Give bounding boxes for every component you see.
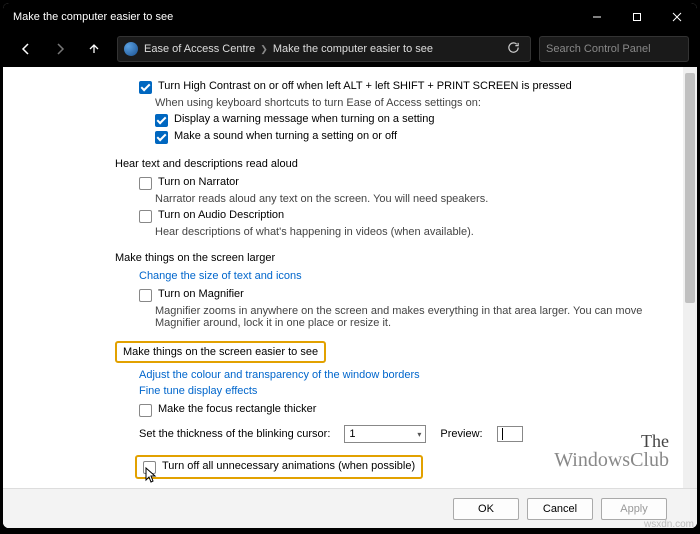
titlebar: Make the computer easier to see [3, 3, 697, 31]
source-watermark: wsxdn.com [644, 519, 694, 530]
checkbox-icon [139, 177, 152, 190]
turn-off-animations-checkbox[interactable]: Turn off all unnecessary animations (whe… [143, 460, 415, 474]
magnifier-label: Turn on Magnifier [158, 288, 244, 300]
cursor-thickness-label: Set the thickness of the blinking cursor… [139, 428, 330, 440]
caret-icon [502, 428, 503, 440]
display-warning-checkbox[interactable]: Display a warning message when turning o… [155, 113, 653, 127]
magnifier-checkbox[interactable]: Turn on Magnifier [139, 288, 653, 302]
maximize-button[interactable] [617, 3, 657, 31]
watermark-logo: The WindowsClub [554, 432, 669, 470]
search-placeholder: Search Control Panel [546, 43, 651, 55]
close-button[interactable] [657, 3, 697, 31]
search-input[interactable]: Search Control Panel [539, 36, 689, 62]
content-area: Turn High Contrast on or off when left A… [3, 67, 697, 528]
cancel-button[interactable]: Cancel [527, 498, 593, 520]
breadcrumb-ease[interactable]: Ease of Access Centre [144, 43, 255, 55]
apply-button[interactable]: Apply [601, 498, 667, 520]
forward-button[interactable] [45, 35, 75, 63]
back-button[interactable] [11, 35, 41, 63]
cursor-preview [497, 426, 523, 442]
high-contrast-label: Turn High Contrast on or off when left A… [158, 80, 572, 92]
chevron-right-icon: ❯ [260, 44, 268, 55]
audio-description-desc: Hear descriptions of what's happening in… [155, 226, 653, 238]
watermark-line2: WindowsClub [554, 450, 669, 470]
address-bar[interactable]: Ease of Access Centre ❯ Make the compute… [117, 36, 531, 62]
settings-scroll: Turn High Contrast on or off when left A… [3, 67, 683, 488]
narrator-desc: Narrator reads aloud any text on the scr… [155, 193, 653, 205]
audio-description-checkbox[interactable]: Turn on Audio Description [139, 209, 653, 223]
checkbox-icon [139, 210, 152, 223]
fine-tune-link[interactable]: Fine tune display effects [139, 385, 653, 397]
change-text-size-link[interactable]: Change the size of text and icons [139, 270, 653, 282]
shortcut-subhead: When using keyboard shortcuts to turn Ea… [155, 97, 653, 109]
narrator-label: Turn on Narrator [158, 176, 239, 188]
checkbox-icon [155, 131, 168, 144]
display-warning-label: Display a warning message when turning o… [174, 113, 434, 125]
focus-rectangle-checkbox[interactable]: Make the focus rectangle thicker [139, 403, 653, 417]
ease-of-access-icon [124, 42, 138, 56]
magnifier-desc: Magnifier zooms in anywhere on the scree… [155, 305, 653, 329]
section-larger: Make things on the screen larger [115, 252, 653, 264]
chevron-down-icon: ▾ [417, 430, 421, 439]
checkbox-icon [139, 289, 152, 302]
window-title: Make the computer easier to see [13, 11, 577, 23]
make-sound-label: Make a sound when turning a setting on o… [174, 130, 397, 142]
cursor-thickness-value: 1 [349, 428, 355, 440]
ok-button[interactable]: OK [453, 498, 519, 520]
preview-label: Preview: [440, 428, 482, 440]
window: Make the computer easier to see Ease of … [3, 3, 697, 528]
refresh-button[interactable] [507, 41, 520, 57]
vertical-scrollbar[interactable] [683, 67, 697, 488]
minimize-button[interactable] [577, 3, 617, 31]
section-hear-text: Hear text and descriptions read aloud [115, 158, 653, 170]
checkbox-icon [143, 461, 156, 474]
up-button[interactable] [79, 35, 109, 63]
adjust-borders-link[interactable]: Adjust the colour and transparency of th… [139, 369, 653, 381]
watermark-line1: The [554, 432, 669, 450]
checkbox-icon [139, 81, 152, 94]
turn-off-animations-label: Turn off all unnecessary animations (whe… [162, 460, 415, 472]
high-contrast-shortcut-checkbox[interactable]: Turn High Contrast on or off when left A… [139, 80, 653, 94]
cursor-thickness-select[interactable]: 1 ▾ [344, 425, 426, 443]
dialog-footer: OK Cancel Apply [3, 488, 697, 528]
audio-description-label: Turn on Audio Description [158, 209, 284, 221]
checkbox-icon [155, 114, 168, 127]
turn-off-animations-highlight: Turn off all unnecessary animations (whe… [135, 455, 423, 479]
breadcrumb-current[interactable]: Make the computer easier to see [273, 43, 433, 55]
nav-row: Ease of Access Centre ❯ Make the compute… [3, 31, 697, 67]
make-sound-checkbox[interactable]: Make a sound when turning a setting on o… [155, 130, 653, 144]
scrollbar-thumb[interactable] [685, 73, 695, 303]
narrator-checkbox[interactable]: Turn on Narrator [139, 176, 653, 190]
focus-rectangle-label: Make the focus rectangle thicker [158, 403, 316, 415]
section-easier-to-see: Make things on the screen easier to see [115, 341, 326, 363]
checkbox-icon [139, 404, 152, 417]
